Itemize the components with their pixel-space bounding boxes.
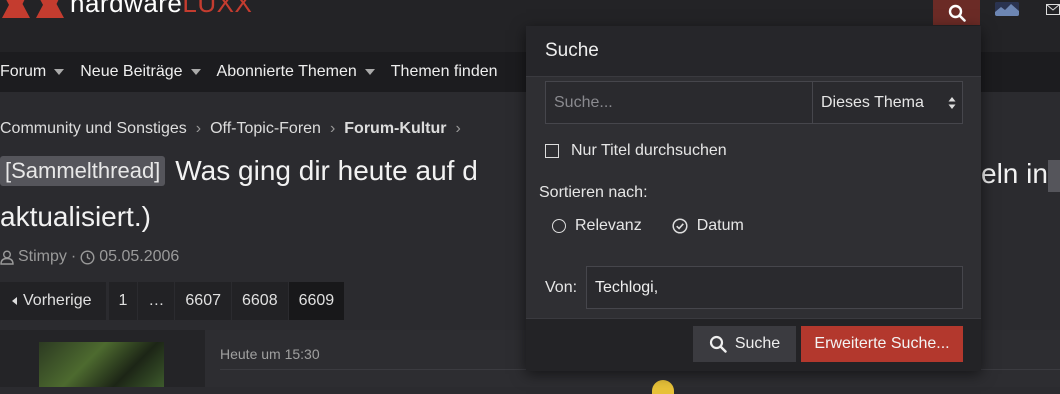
logo-wordmark: hardwareLUXX <box>70 0 252 19</box>
search-popup: Suche Dieses Thema Nur Titel durchsuchen… <box>526 26 981 371</box>
breadcrumb: Community und Sonstiges › Off-Topic-Fore… <box>0 120 470 138</box>
breadcrumb-item-current[interactable]: Forum-Kultur <box>344 120 446 138</box>
titles-only-option[interactable]: Nur Titel durchsuchen <box>545 142 727 160</box>
breadcrumb-item[interactable]: Community und Sonstiges <box>0 120 187 138</box>
chevron-down-icon <box>190 69 201 75</box>
logo-mark-icon <box>0 0 70 18</box>
thread-title-text-right: eln in <box>981 158 1048 189</box>
prev-page-label: Vorherige <box>23 292 92 309</box>
search-popup-footer: Suche Erweiterte Suche... <box>526 318 981 371</box>
nav-item-label: Abonnierte Themen <box>216 63 357 80</box>
nav-item-label: Neue Beiträge <box>80 63 183 80</box>
nav-item-new-posts[interactable]: Neue Beiträge <box>80 63 201 81</box>
pagination: Vorherige 1 … 6607 6608 6609 <box>0 282 345 320</box>
site-logo[interactable]: hardwareLUXX <box>0 0 252 22</box>
thread-date[interactable]: 05.05.2006 <box>99 248 179 266</box>
post-timestamp[interactable]: Heute um 15:30 <box>220 346 320 362</box>
nav-item-label: Themen finden <box>390 63 498 80</box>
thread-title: [Sammelthread] Was ging dir heute auf d <box>0 155 478 187</box>
titles-only-label: Nur Titel durchsuchen <box>571 142 727 159</box>
nav-item-subscribed-threads[interactable]: Abonnierte Themen <box>217 63 375 81</box>
from-label: Von: <box>545 279 578 296</box>
mail-icon[interactable] <box>1046 2 1060 15</box>
page-list: 1 … 6607 6608 6609 <box>108 282 346 320</box>
page-link[interactable]: 6607 <box>175 282 231 320</box>
search-input[interactable] <box>546 82 812 123</box>
breadcrumb-item[interactable]: Off-Topic-Foren <box>210 120 321 138</box>
breadcrumb-separator: › <box>195 120 202 137</box>
breadcrumb-separator: › <box>329 120 336 137</box>
logo-text-main: hardware <box>70 0 183 18</box>
breadcrumb-separator: › <box>455 120 461 137</box>
page-link-current[interactable]: 6609 <box>288 282 345 320</box>
from-user-input[interactable] <box>586 266 963 309</box>
clock-icon <box>80 249 95 265</box>
header-search-button[interactable] <box>933 0 980 25</box>
search-scope-value: Dieses Thema <box>821 93 924 111</box>
sort-option-label: Relevanz <box>575 217 642 234</box>
search-icon <box>709 335 727 353</box>
page-ellipsis[interactable]: … <box>138 282 175 320</box>
page-link[interactable]: 6608 <box>232 282 288 320</box>
meta-separator: · <box>70 248 77 265</box>
select-arrows-icon <box>948 97 956 109</box>
user-icon <box>0 250 14 265</box>
search-icon <box>948 4 966 22</box>
search-popup-title: Suche <box>526 26 981 77</box>
nav-item-find-threads[interactable]: Themen finden <box>391 63 498 81</box>
sort-option-date[interactable]: Datum <box>672 217 744 235</box>
thread-title-line2: aktualisiert.) <box>0 201 151 232</box>
search-submit-button[interactable]: Suche <box>693 326 796 362</box>
search-field-row: Dieses Thema <box>545 81 963 124</box>
thread-meta: Stimpy · 05.05.2006 <box>0 248 179 266</box>
sort-option-label: Datum <box>696 217 744 234</box>
logo-text-accent: LUXX <box>182 0 253 18</box>
nav-item-label: Forum <box>0 63 47 80</box>
titles-only-checkbox[interactable] <box>545 144 559 158</box>
thread-author[interactable]: Stimpy <box>18 248 67 266</box>
advanced-search-button[interactable]: Erweiterte Suche... <box>801 326 963 362</box>
sort-label: Sortieren nach: <box>539 184 648 201</box>
user-avatar[interactable] <box>995 2 1019 16</box>
radio-unchecked-icon[interactable] <box>552 219 566 233</box>
page-link[interactable]: 1 <box>108 282 138 320</box>
radio-checked-icon[interactable] <box>672 218 688 234</box>
nav-item-forum[interactable]: Forum <box>0 63 65 81</box>
post-author-avatar[interactable] <box>39 342 164 387</box>
prefix-badge-fragment <box>1048 160 1060 192</box>
chevron-down-icon <box>364 69 375 75</box>
chevron-down-icon <box>54 69 65 75</box>
prev-page-button[interactable]: Vorherige <box>0 282 106 320</box>
thread-prefix-badge[interactable]: [Sammelthread] <box>0 156 166 186</box>
thread-title-text: Was ging dir heute auf d <box>175 155 478 186</box>
search-submit-label: Suche <box>734 335 781 352</box>
search-scope-select[interactable]: Dieses Thema <box>812 82 962 123</box>
sort-option-relevance[interactable]: Relevanz <box>552 217 642 235</box>
sort-options: Relevanz Datum <box>552 217 774 235</box>
chevron-left-icon <box>12 297 17 305</box>
